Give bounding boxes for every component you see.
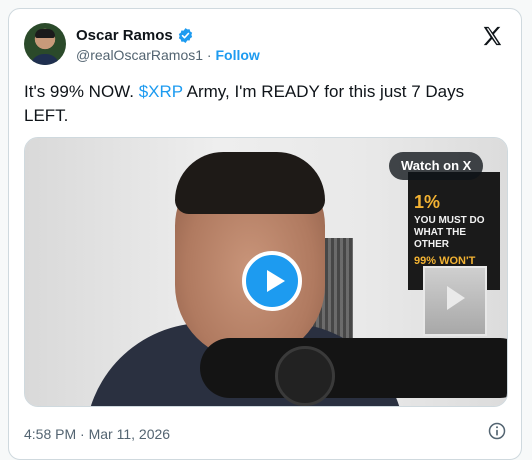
play-icon <box>267 270 285 292</box>
video-person-hair <box>175 152 325 214</box>
author-name-row: Oscar Ramos <box>76 27 194 44</box>
timestamp-separator: · <box>80 426 85 442</box>
tweet-card[interactable]: Oscar Ramos @realOscarRamos1 · Follow It… <box>8 8 522 460</box>
video-plaque <box>423 266 487 336</box>
author-name[interactable]: Oscar Ramos <box>76 27 173 44</box>
handle-separator: · <box>206 47 212 63</box>
avatar[interactable] <box>24 23 66 65</box>
avatar-hair <box>35 29 55 38</box>
tweet-timestamp[interactable]: 4:58 PM · Mar 11, 2026 <box>24 426 170 442</box>
verified-badge-icon <box>178 28 192 43</box>
tweet-text: It's 99% NOW. $XRP Army, I'm READY for t… <box>24 80 504 128</box>
x-logo-icon[interactable] <box>481 25 503 47</box>
plaque-play-icon <box>447 286 465 310</box>
tweet-text-part: It's 99% NOW. <box>24 82 139 101</box>
poster-line: YOU MUST DO WHAT THE OTHER <box>414 215 485 250</box>
video-microphone <box>200 338 507 398</box>
watch-on-x-button[interactable]: Watch on X <box>389 152 484 180</box>
info-icon[interactable] <box>487 421 507 441</box>
author-handle[interactable]: @realOscarRamos1 <box>76 47 203 63</box>
poster-line: 1% <box>414 192 441 212</box>
follow-button[interactable]: Follow <box>215 47 259 63</box>
handle-row: @realOscarRamos1 · Follow <box>76 47 260 63</box>
play-button[interactable] <box>242 251 302 311</box>
video-microphone-mount <box>275 346 335 406</box>
cashtag-link[interactable]: $XRP <box>139 82 183 101</box>
avatar-shirt <box>30 54 60 65</box>
tweet-date: Mar 11, 2026 <box>88 426 171 442</box>
tweet-time: 4:58 PM <box>24 426 77 442</box>
